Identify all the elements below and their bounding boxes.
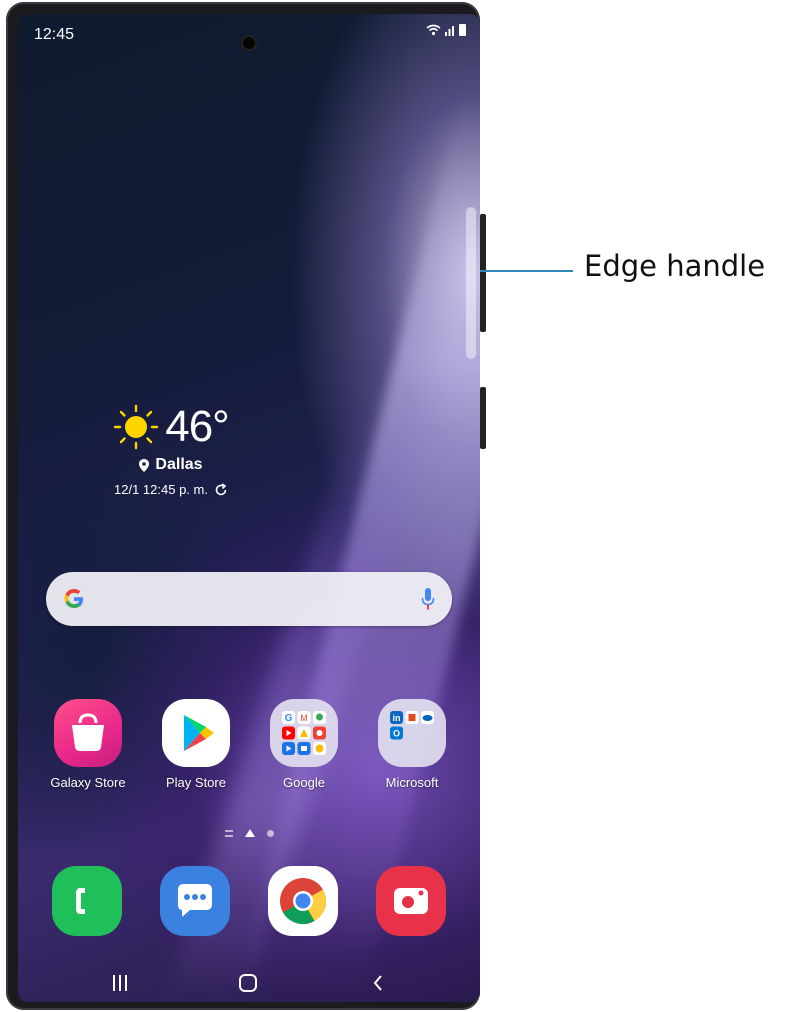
page-indicator: [18, 829, 480, 837]
phone-icon[interactable]: [52, 866, 122, 936]
weather-updated: 12/1 12:45 p. m.: [114, 482, 208, 497]
phone-frame: 12:45 46° Dallas 12/1 12:45 p. m. Galaxy…: [6, 2, 486, 1010]
svg-text:O: O: [393, 729, 400, 739]
app-label: Play Store: [166, 775, 226, 790]
edge-handle-callout: Edge handle: [584, 249, 766, 283]
navigation-bar: [18, 962, 480, 1002]
wifi-icon: [426, 24, 441, 36]
volume-button: [480, 214, 486, 332]
home-page-icon: [244, 829, 255, 837]
side-key: [480, 387, 486, 449]
app-galaxy-store[interactable]: Galaxy Store: [38, 699, 138, 790]
front-camera: [243, 37, 255, 49]
weather-location: Dallas: [155, 456, 203, 473]
svg-text:M: M: [300, 713, 308, 723]
home-icon[interactable]: [228, 970, 268, 996]
home-screen: 12:45 46° Dallas 12/1 12:45 p. m. Galaxy…: [18, 14, 480, 1002]
svg-text:in: in: [393, 713, 401, 723]
app-play-store[interactable]: Play Store: [146, 699, 246, 790]
weather-widget[interactable]: 46° Dallas 12/1 12:45 p. m.: [86, 402, 256, 497]
messages-icon[interactable]: [160, 866, 230, 936]
svg-text:G: G: [285, 713, 293, 724]
location-pin-icon: [139, 458, 150, 472]
microphone-icon[interactable]: [420, 586, 436, 612]
app-label: Galaxy Store: [50, 775, 126, 790]
status-bar: 12:45: [18, 14, 480, 54]
galaxy-store-icon: [54, 699, 122, 767]
back-icon[interactable]: [358, 970, 398, 996]
status-icons: [426, 24, 466, 36]
google-g-icon: [64, 589, 83, 608]
edge-handle[interactable]: [466, 207, 476, 359]
sun-icon: [114, 404, 159, 450]
battery-icon: [459, 24, 466, 36]
app-label: Microsoft: [385, 775, 439, 790]
microsoft-folder-icon: in O: [378, 699, 446, 767]
temperature: 46°: [165, 402, 230, 451]
app-google-folder[interactable]: G M Google: [254, 699, 354, 790]
status-time: 12:45: [34, 26, 75, 43]
google-search-bar[interactable]: [46, 572, 452, 626]
app-microsoft-folder[interactable]: in O Microsoft: [362, 699, 462, 790]
recents-icon[interactable]: [100, 970, 140, 996]
camera-icon[interactable]: [376, 866, 446, 936]
google-folder-icon: G M: [270, 699, 338, 767]
chrome-icon[interactable]: [268, 866, 338, 936]
play-store-icon: [162, 699, 230, 767]
callout-line: [480, 270, 573, 272]
signal-icon: [445, 26, 454, 36]
blocks-page-icon: [224, 829, 233, 837]
page-dot: [266, 829, 274, 837]
refresh-icon[interactable]: [214, 482, 228, 497]
app-label: Google: [283, 775, 325, 790]
